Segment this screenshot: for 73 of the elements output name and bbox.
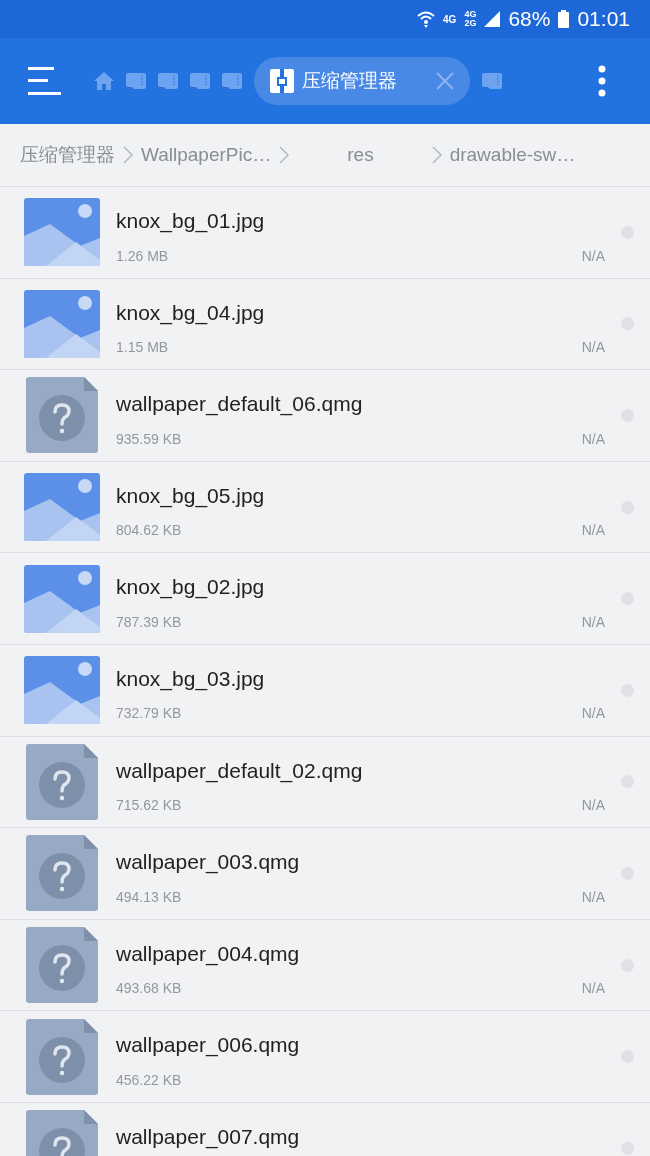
file-name: wallpaper_default_02.qmg [116, 757, 364, 785]
image-file-icon [24, 656, 100, 725]
file-name: wallpaper_004.qmg [116, 940, 301, 968]
file-row[interactable]: knox_bg_02.jpg 787.39 KB N/A [0, 552, 650, 644]
chevron-right-icon [279, 146, 290, 164]
file-size: 493.68 KB [116, 979, 182, 999]
sd-card-icon[interactable] [482, 73, 502, 89]
file-date: N/A [581, 979, 605, 999]
file-name: knox_bg_03.jpg [116, 665, 266, 693]
chevron-right-icon [123, 146, 133, 164]
file-date: N/A [581, 612, 605, 632]
file-row[interactable]: wallpaper_default_02.qmg 715.62 KB N/A [0, 735, 650, 828]
image-file-icon [24, 564, 100, 633]
tab[interactable]: 压缩管理器 [254, 57, 470, 105]
file-row[interactable]: knox_bg_04.jpg 1.15 MB N/A [0, 277, 650, 370]
file-size: 494.13 KB [116, 887, 182, 907]
sd-card-icon[interactable] [190, 73, 210, 89]
sd-card-icon[interactable] [126, 73, 146, 89]
clock: 01:01 [577, 6, 630, 33]
image-file-icon [24, 473, 100, 542]
file-name: knox_bg_05.jpg [116, 482, 266, 510]
file-name: wallpaper_default_06.qmg [116, 391, 364, 418]
file-date: N/A [581, 429, 605, 449]
file-date: N/A [581, 796, 605, 816]
file-size: 787.39 KB [116, 612, 182, 632]
network-label: 2G [464, 19, 477, 28]
file-name: knox_bg_02.jpg [116, 574, 266, 601]
network-label: 4G [443, 12, 457, 27]
battery-icon [558, 10, 570, 28]
unknown-file-icon [26, 835, 98, 912]
file-name: knox_bg_01.jpg [116, 208, 266, 235]
close-icon[interactable] [436, 72, 454, 90]
signal-icon [484, 11, 501, 27]
unknown-file-icon [26, 1018, 98, 1095]
unknown-file-icon [26, 377, 98, 454]
file-row[interactable]: knox_bg_03.jpg 732.79 KB N/A [0, 643, 650, 736]
file-row[interactable]: wallpaper_004.qmg 493.68 KB N/A [0, 918, 650, 1011]
wifi-icon [417, 10, 436, 28]
file-size: 715.62 KB [116, 796, 182, 816]
unknown-file-icon [26, 927, 98, 1004]
sd-card-icon[interactable] [222, 73, 242, 89]
file-row[interactable]: wallpaper_007.qmg [0, 1101, 650, 1156]
file-date: N/A [581, 246, 605, 266]
file-size: 1.26 MB [116, 246, 169, 266]
file-name: wallpaper_006.qmg [116, 1032, 301, 1059]
unknown-file-icon [26, 743, 98, 820]
file-row[interactable]: wallpaper_003.qmg 494.13 KB N/A [0, 827, 650, 919]
sd-card-icon[interactable] [158, 73, 178, 89]
archive-icon [270, 69, 294, 93]
image-file-icon [24, 198, 100, 267]
file-row[interactable]: knox_bg_05.jpg 804.62 KB N/A [0, 460, 650, 553]
file-date: N/A [581, 887, 605, 907]
file-date: N/A [581, 338, 605, 358]
more-options-icon[interactable] [598, 65, 606, 97]
file-size: 804.62 KB [116, 521, 182, 541]
home-icon[interactable] [94, 72, 114, 90]
file-date: N/A [581, 521, 605, 541]
menu-icon[interactable] [28, 67, 61, 95]
file-row[interactable]: wallpaper_default_06.qmg 935.59 KB N/A [0, 369, 650, 461]
file-size: 456.22 KB [116, 1070, 182, 1090]
file-date: N/A [581, 704, 605, 724]
file-name: wallpaper_003.qmg [116, 849, 301, 876]
file-size: 935.59 KB [116, 429, 182, 449]
file-size: 732.79 KB [116, 704, 182, 724]
battery-percentage: 68% [508, 6, 551, 33]
file-row[interactable]: wallpaper_006.qmg 456.22 KB [0, 1010, 650, 1102]
file-name: wallpaper_007.qmg [116, 1123, 301, 1151]
chevron-right-icon [431, 146, 442, 164]
file-row[interactable]: knox_bg_01.jpg 1.26 MB N/A [0, 186, 650, 278]
network-label: 4G [464, 10, 477, 19]
image-file-icon [24, 289, 100, 358]
file-name: knox_bg_04.jpg [116, 299, 266, 327]
file-size: 1.15 MB [116, 338, 169, 358]
